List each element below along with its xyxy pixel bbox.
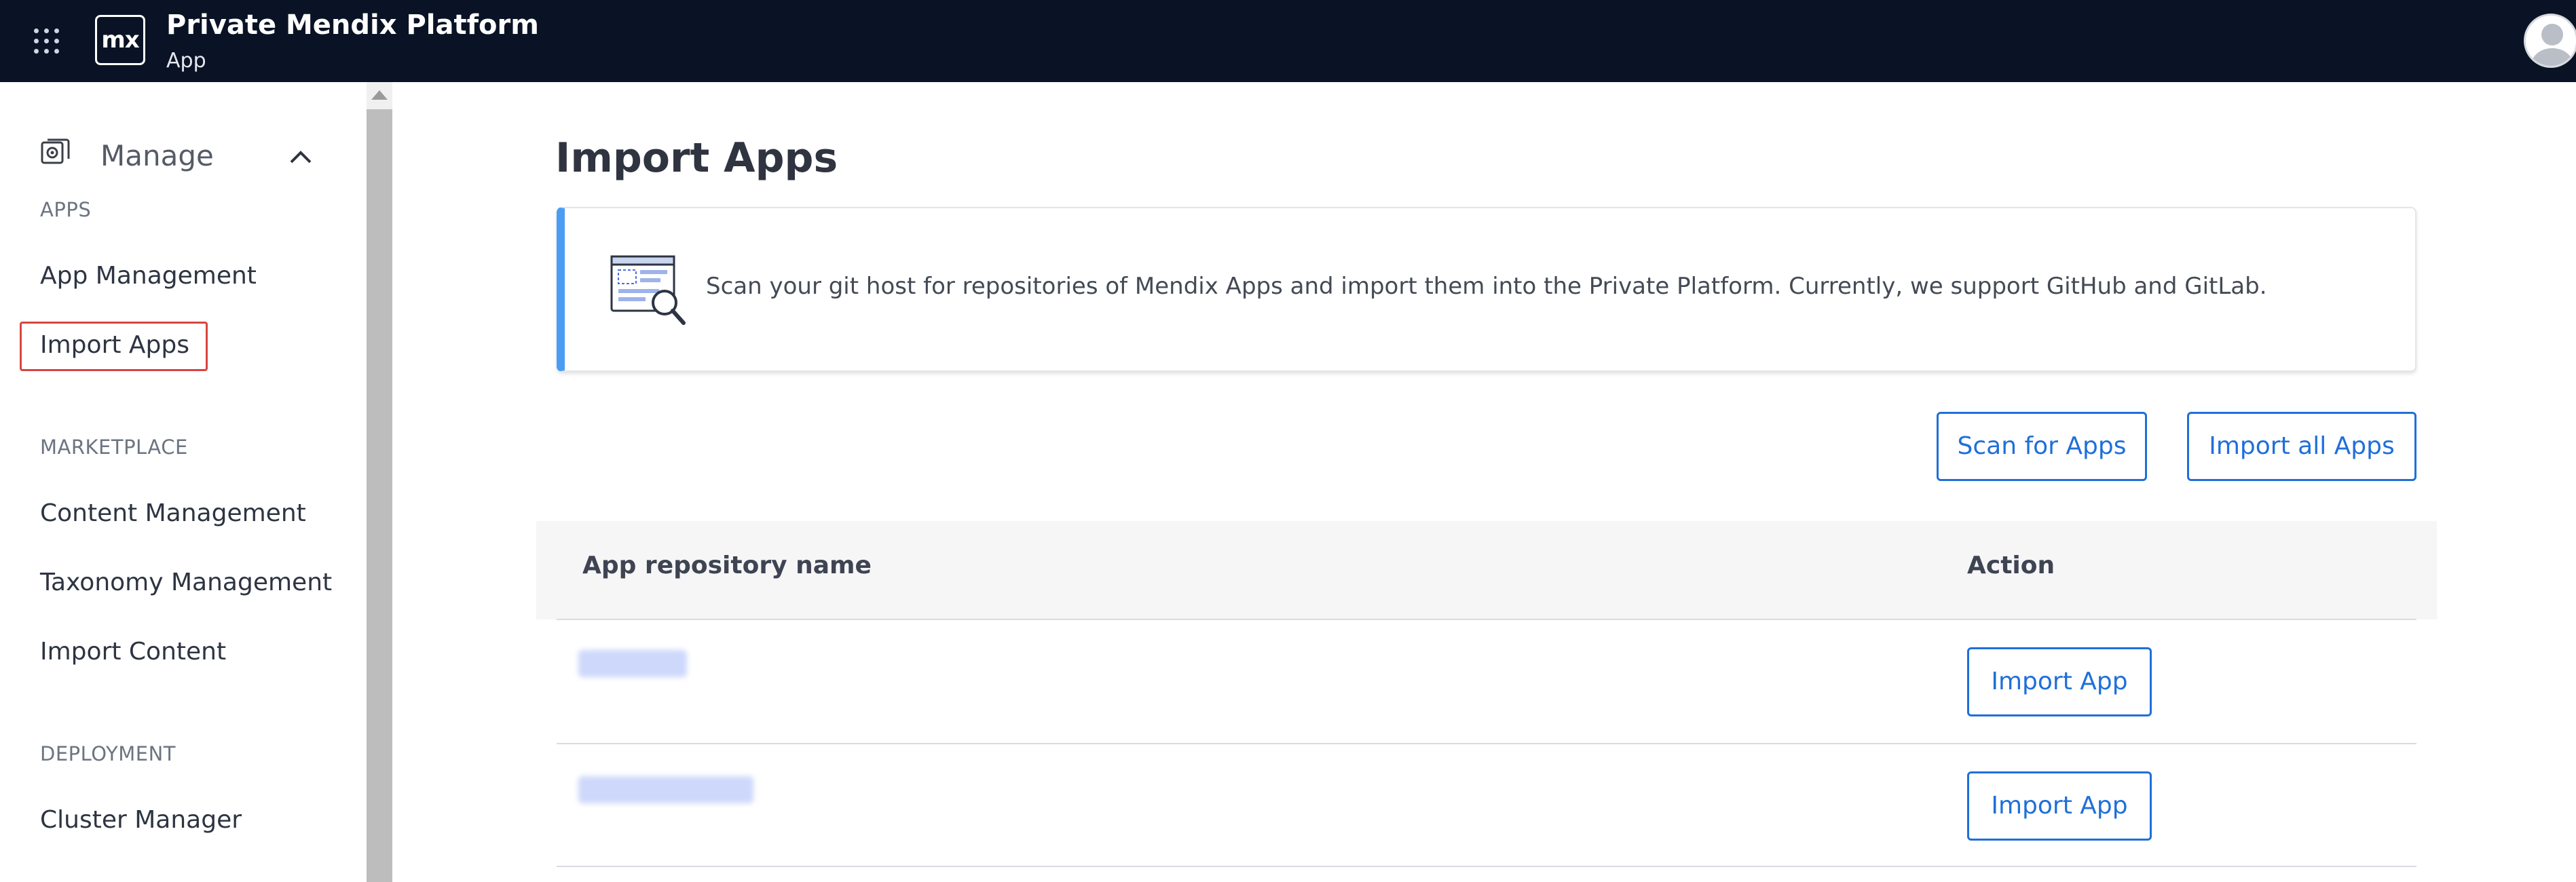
app-switcher-grid-icon[interactable] <box>34 28 60 54</box>
platform-subtitle: App <box>166 49 206 73</box>
sidebar-item-import-apps[interactable]: Import Apps <box>40 331 189 359</box>
chevron-up-icon[interactable] <box>287 146 314 166</box>
repository-scan-icon <box>610 255 686 325</box>
scroll-up-arrow-icon[interactable] <box>371 90 388 100</box>
table-divider <box>557 619 2416 620</box>
manage-icon <box>41 138 70 164</box>
manage-section-toggle[interactable]: Manage <box>100 139 214 172</box>
section-label-deployment: DEPLOYMENT <box>40 742 176 765</box>
column-header-repository-name: App repository name <box>582 552 872 579</box>
repository-name-redacted <box>578 776 753 803</box>
sidebar-item-taxonomy-management[interactable]: Taxonomy Management <box>40 569 332 596</box>
sidebar-item-app-management[interactable]: App Management <box>40 262 257 290</box>
sidebar-item-import-content[interactable]: Import Content <box>40 638 226 666</box>
platform-title: Private Mendix Platform <box>166 9 539 41</box>
user-avatar[interactable] <box>2524 14 2576 68</box>
import-all-apps-button[interactable]: Import all Apps <box>2187 412 2416 481</box>
import-app-button[interactable]: Import App <box>1967 771 2152 841</box>
mendix-logo[interactable]: mx <box>95 15 145 65</box>
table-divider <box>557 866 2416 867</box>
repository-name-redacted <box>578 650 687 677</box>
info-description: Scan your git host for repositories of M… <box>706 273 2267 300</box>
scan-for-apps-button[interactable]: Scan for Apps <box>1937 412 2147 481</box>
section-label-marketplace: MARKETPLACE <box>40 436 188 459</box>
section-label-apps: APPS <box>40 198 92 221</box>
sidebar-item-cluster-manager[interactable]: Cluster Manager <box>40 806 242 834</box>
sidebar-scrollbar[interactable] <box>367 82 392 882</box>
sidebar-item-content-management[interactable]: Content Management <box>40 499 306 527</box>
import-app-button[interactable]: Import App <box>1967 647 2152 716</box>
page-title: Import Apps <box>555 134 838 182</box>
top-bar: mx Private Mendix Platform App <box>0 0 2576 82</box>
table-divider <box>557 743 2416 744</box>
column-header-action: Action <box>1967 552 2055 579</box>
